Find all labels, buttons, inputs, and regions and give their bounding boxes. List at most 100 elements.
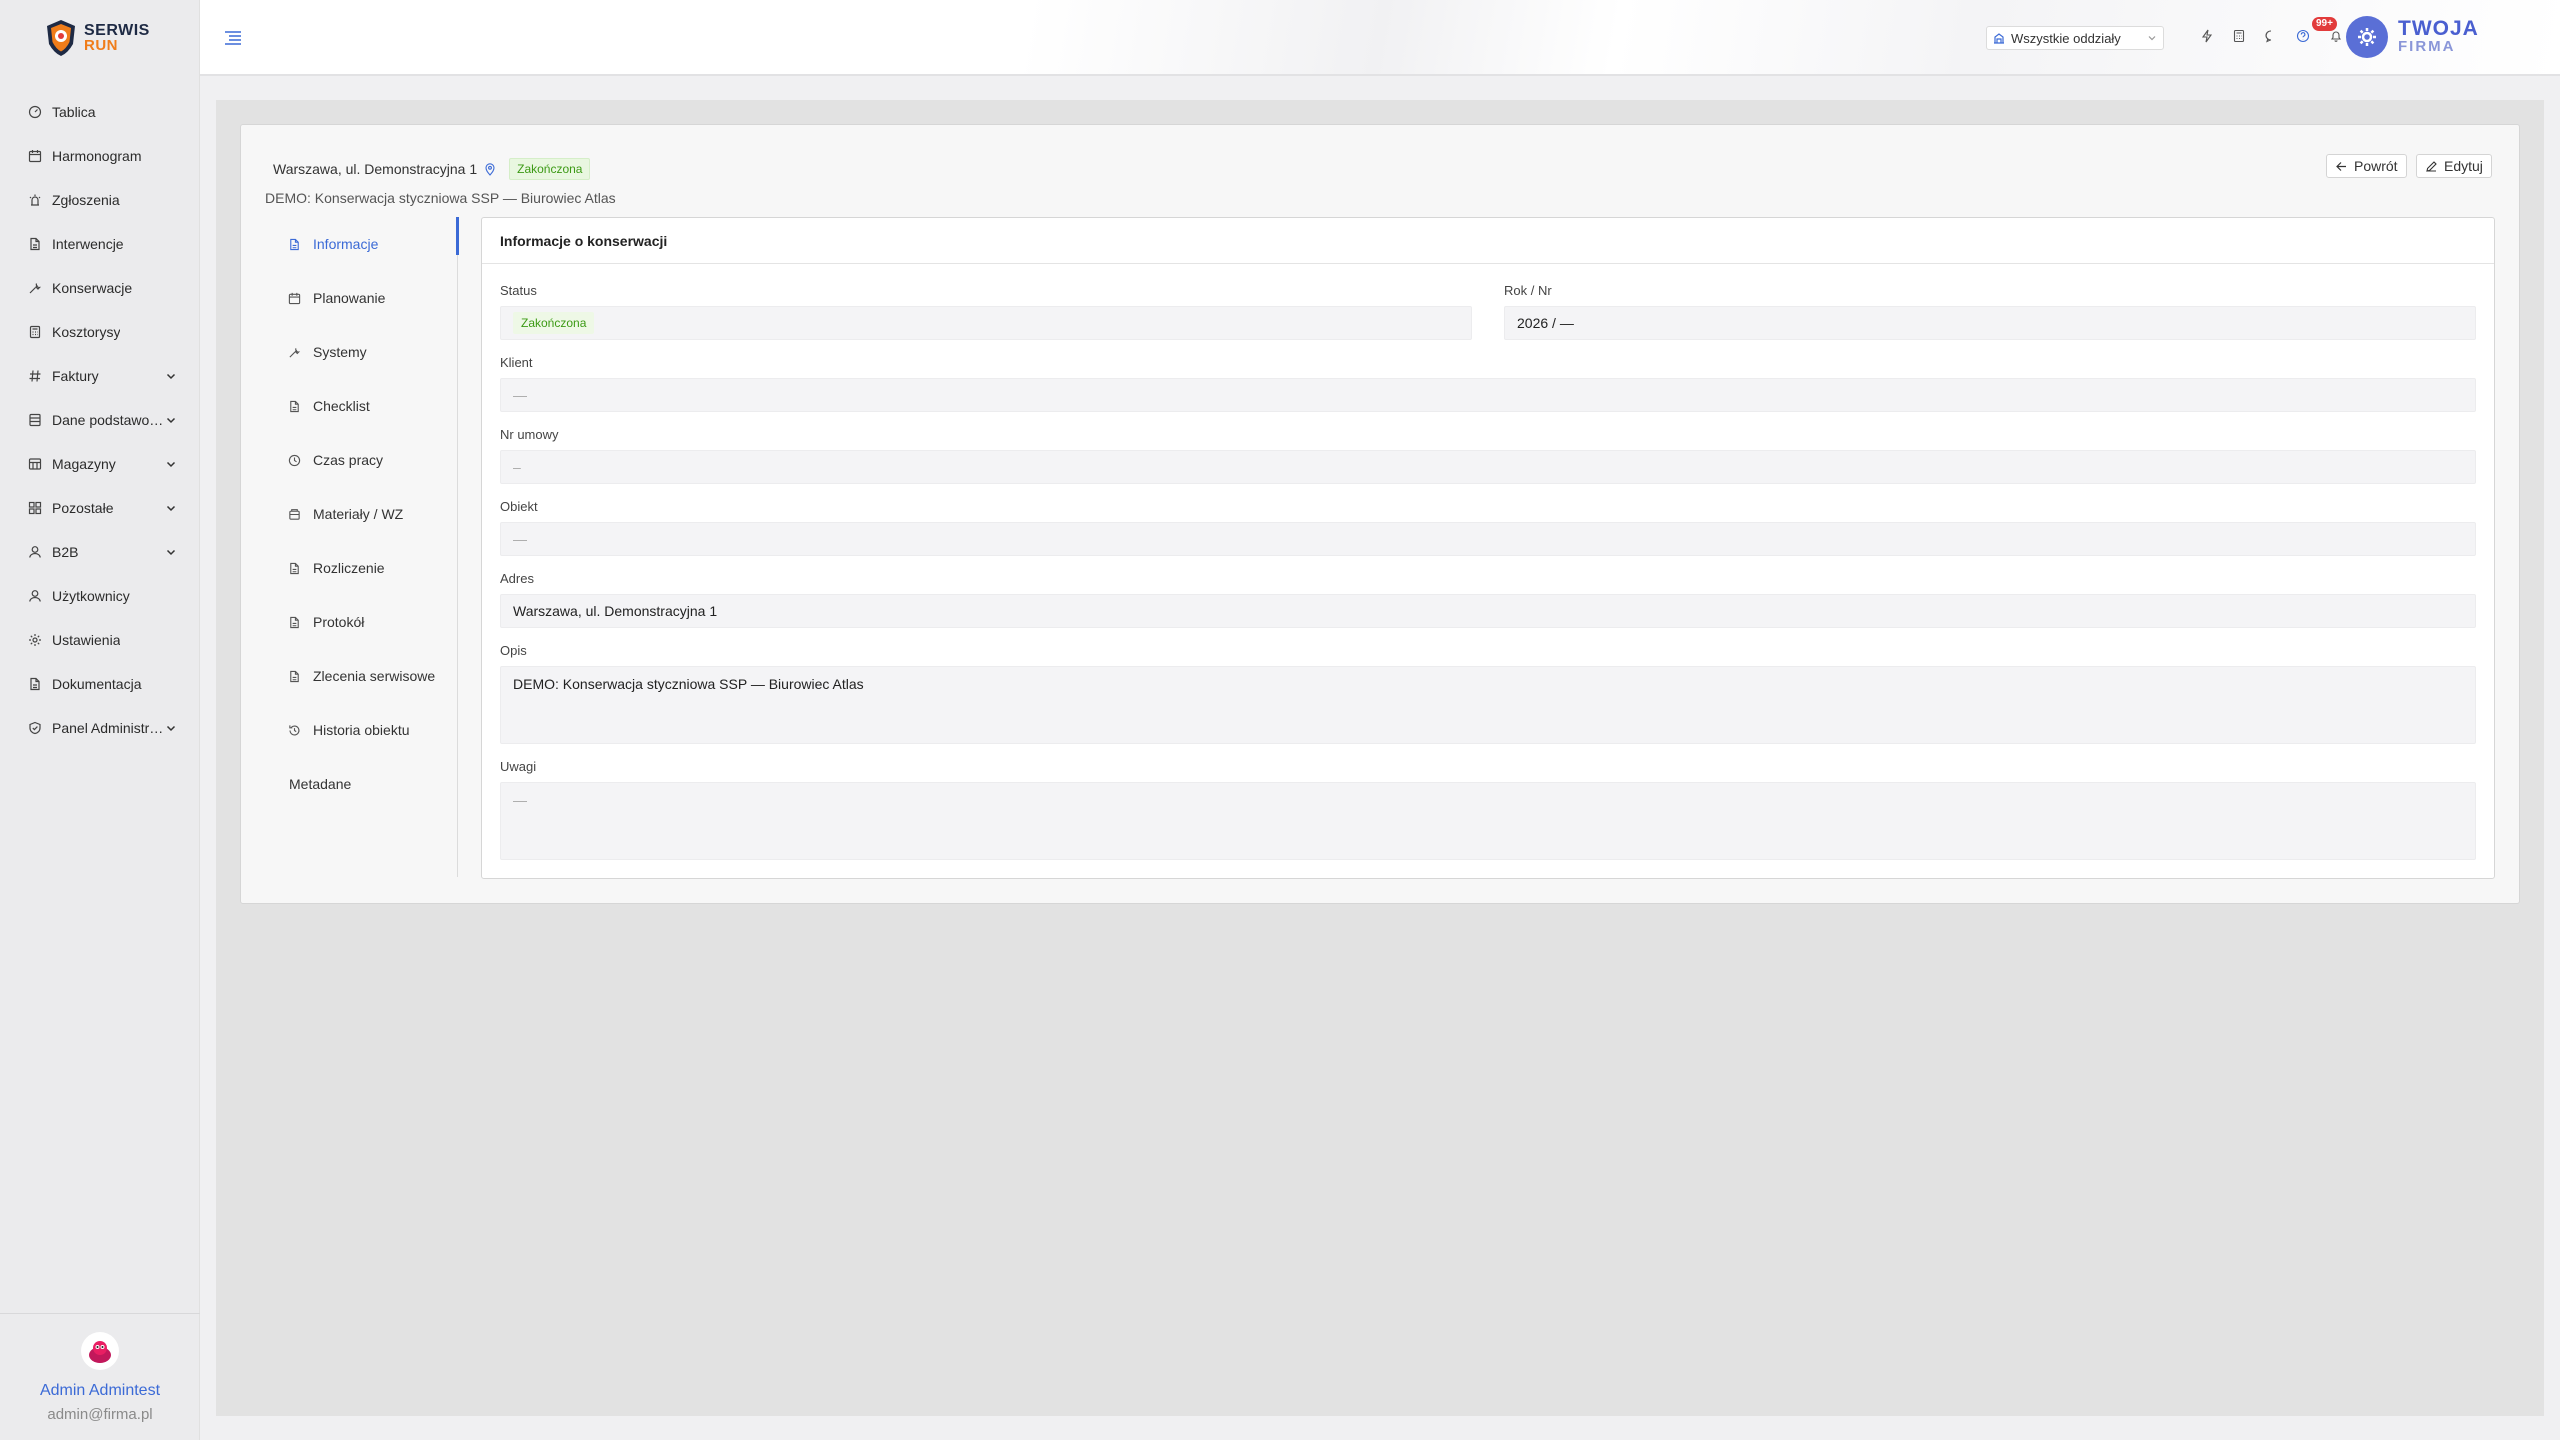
warehouse-icon xyxy=(28,458,42,470)
sidebar-item-label: Faktury xyxy=(52,368,99,384)
sidebar-item-label: Kosztorysy xyxy=(52,324,121,340)
sidebar-item-magazyny[interactable]: Magazyny xyxy=(0,442,199,486)
sidebar-item-label: Użytkownicy xyxy=(52,588,130,604)
tab-protokół[interactable]: Protokół xyxy=(272,595,457,649)
logo-shield-icon xyxy=(47,20,75,56)
year-number-value: 2026 / — xyxy=(1517,315,1574,331)
sidebar: SERWIS RUN Tablica Harmonogram Zgłoszenia I… xyxy=(0,0,200,1440)
address-value: Warszawa, ul. Demonstracyjna 1 xyxy=(513,603,718,619)
calculator-icon xyxy=(29,325,41,339)
tab-label: Systemy xyxy=(313,344,367,360)
tab-label: Materiały / WZ xyxy=(313,506,404,522)
branch-select-value: Wszystkie oddziały xyxy=(2011,30,2121,46)
document-icon xyxy=(290,238,299,250)
tab-rozliczenie[interactable]: Rozliczenie xyxy=(272,541,457,595)
arrow-left-icon xyxy=(2336,161,2346,171)
tab-label: Metadane xyxy=(289,776,352,792)
top-header: Wszystkie oddziały 99+ TWOJA FIRMA xyxy=(200,0,2560,76)
object-field: — xyxy=(500,522,2476,556)
back-button[interactable]: Powrót xyxy=(2326,154,2407,178)
branch-select[interactable]: Wszystkie oddziały xyxy=(1986,26,2164,50)
calculator-icon[interactable] xyxy=(2232,29,2246,43)
tab-label: Czas pracy xyxy=(313,452,384,468)
sidebar-item-label: Dane podstawowe xyxy=(52,412,164,428)
user-profile[interactable]: Admin Admintest admin@firma.pl xyxy=(0,1313,200,1440)
clock-icon xyxy=(288,454,301,466)
sidebar-item-ustawienia[interactable]: Ustawienia xyxy=(0,618,199,662)
document-icon xyxy=(290,400,299,412)
object-value: — xyxy=(513,531,527,547)
avatar[interactable] xyxy=(81,1332,119,1370)
logo-text-bottom: RUN xyxy=(84,37,118,54)
sidebar-item-zgłoszenia[interactable]: Zgłoszenia xyxy=(0,178,199,222)
grid-icon xyxy=(28,501,42,515)
info-panel: Informacje o konserwacji Status Zakończo… xyxy=(481,217,2495,879)
firm-name-bottom: FIRMA xyxy=(2398,38,2456,55)
firm-gear-icon xyxy=(2346,16,2388,58)
chevron-down-icon xyxy=(2148,36,2156,41)
chevron-down-icon xyxy=(166,549,176,556)
map-pin-icon[interactable] xyxy=(483,162,497,176)
database-icon xyxy=(29,413,41,427)
sidebar-item-kosztorysy[interactable]: Kosztorysy xyxy=(0,310,199,354)
tab-historia-obiektu[interactable]: Historia obiektu xyxy=(272,703,457,757)
notes-field: — xyxy=(500,782,2476,860)
sidebar-item-dane-podstawowe[interactable]: Dane podstawowe xyxy=(0,398,199,442)
edit-icon xyxy=(2426,160,2437,172)
description-label: Opis xyxy=(500,643,527,658)
sidebar-item-tablica[interactable]: Tablica xyxy=(0,90,199,134)
gear-icon xyxy=(29,634,41,646)
notifications-badge: 99+ xyxy=(2312,17,2337,31)
sidebar-item-panel-administratora[interactable]: Panel Administratora xyxy=(0,706,199,750)
user-name[interactable]: Admin Admintest xyxy=(40,1382,160,1400)
sidebar-item-użytkownicy[interactable]: Użytkownicy xyxy=(0,574,199,618)
tab-label: Rozliczenie xyxy=(313,560,385,576)
avatar-monster-icon xyxy=(89,1341,111,1363)
tab-materiały-wz[interactable]: Materiały / WZ xyxy=(272,487,457,541)
help-icon[interactable] xyxy=(2296,29,2310,43)
edit-button[interactable]: Edytuj xyxy=(2416,154,2492,178)
sidebar-item-dokumentacja[interactable]: Dokumentacja xyxy=(0,662,199,706)
tab-label: Zlecenia serwisowe xyxy=(313,668,436,684)
sidebar-item-interwencje[interactable]: Interwencje xyxy=(0,222,199,266)
sidebar-item-label: Interwencje xyxy=(52,236,124,252)
sidebar-nav: Tablica Harmonogram Zgłoszenia Interwencje K… xyxy=(0,76,199,750)
object-label: Obiekt xyxy=(500,499,538,514)
client-label: Klient xyxy=(500,355,533,370)
sidebar-item-harmonogram[interactable]: Harmonogram xyxy=(0,134,199,178)
tab-systemy[interactable]: Systemy xyxy=(272,325,457,379)
menu-toggle-icon[interactable] xyxy=(224,30,242,46)
tab-checklist[interactable]: Checklist xyxy=(272,379,457,433)
status-badge: Zakończona xyxy=(509,158,591,180)
calendar-icon xyxy=(28,150,42,163)
tab-informacje[interactable]: Informacje xyxy=(272,217,459,271)
document-icon xyxy=(290,670,299,682)
year-number-label: Rok / Nr xyxy=(1504,283,1552,298)
tab-label: Checklist xyxy=(313,398,370,414)
tab-czas-pracy[interactable]: Czas pracy xyxy=(272,433,457,487)
sidebar-item-label: Konserwacje xyxy=(52,280,133,296)
back-button-label: Powrót xyxy=(2354,158,2398,174)
sidebar-item-konserwacje[interactable]: Konserwacje xyxy=(0,266,199,310)
document-icon xyxy=(30,237,40,251)
sidebar-item-pozostałe[interactable]: Pozostałe xyxy=(0,486,199,530)
tab-zlecenia-serwisowe[interactable]: Zlecenia serwisowe xyxy=(272,649,457,703)
lightning-icon[interactable] xyxy=(2200,29,2214,43)
sidebar-item-label: Pozostałe xyxy=(52,500,114,516)
sidebar-item-label: Harmonogram xyxy=(52,148,142,164)
sidebar-item-b2b[interactable]: B2B xyxy=(0,530,199,574)
app-logo[interactable]: SERWIS RUN xyxy=(0,0,199,76)
chevron-down-icon xyxy=(166,417,176,424)
client-value: — xyxy=(513,387,527,403)
firm-name-top: TWOJA xyxy=(2398,17,2479,40)
year-number-field: 2026 / — xyxy=(1504,306,2476,340)
bell-icon[interactable] xyxy=(2329,29,2343,43)
calendar-icon xyxy=(288,292,301,304)
chat-icon[interactable] xyxy=(2264,29,2278,43)
tab-metadane[interactable]: Metadane xyxy=(272,757,457,811)
chevron-down-icon xyxy=(166,461,176,468)
firm-logo[interactable]: TWOJA FIRMA xyxy=(2346,16,2479,58)
tab-planowanie[interactable]: Planowanie xyxy=(272,271,457,325)
sidebar-item-faktury[interactable]: Faktury xyxy=(0,354,199,398)
user-icon xyxy=(29,546,41,558)
